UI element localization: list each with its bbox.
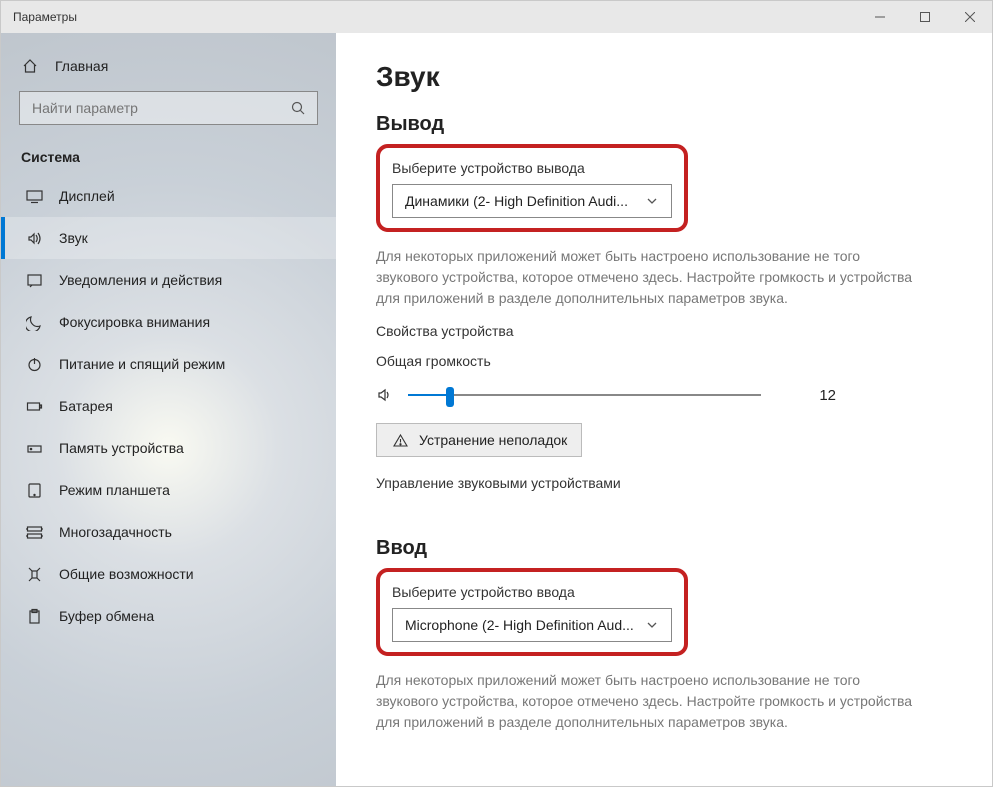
- focus-icon: [25, 313, 43, 331]
- sidebar-home[interactable]: Главная: [1, 51, 336, 91]
- troubleshoot-label: Устранение неполадок: [419, 432, 567, 448]
- close-button[interactable]: [947, 1, 992, 33]
- input-highlight: Выберите устройство ввода Microphone (2-…: [376, 568, 688, 656]
- battery-icon: [25, 397, 43, 415]
- output-highlight: Выберите устройство вывода Динамики (2- …: [376, 144, 688, 232]
- slider-fill: [408, 394, 450, 396]
- sidebar-item-label: Буфер обмена: [59, 608, 154, 624]
- sidebar-item-label: Общие возможности: [59, 566, 194, 582]
- sidebar-item-clipboard[interactable]: Буфер обмена: [1, 595, 336, 637]
- storage-icon: [25, 439, 43, 457]
- home-icon: [21, 57, 39, 75]
- search-field[interactable]: [32, 100, 289, 116]
- sidebar-item-battery[interactable]: Батарея: [1, 385, 336, 427]
- clipboard-icon: [25, 607, 43, 625]
- sidebar-section: Система: [1, 143, 336, 175]
- sidebar-item-label: Звук: [59, 230, 88, 246]
- multitask-icon: [25, 523, 43, 541]
- notifications-icon: [25, 271, 43, 289]
- sidebar-item-power[interactable]: Питание и спящий режим: [1, 343, 336, 385]
- speaker-icon[interactable]: [376, 386, 394, 404]
- content: Звук Вывод Выберите устройство вывода Ди…: [336, 33, 992, 786]
- output-device-dropdown[interactable]: Динамики (2- High Definition Audi...: [392, 184, 672, 218]
- sidebar-item-label: Память устройства: [59, 440, 184, 456]
- sidebar-item-label: Многозадачность: [59, 524, 172, 540]
- slider-track: [408, 394, 761, 396]
- output-heading: Вывод: [376, 113, 952, 136]
- warning-icon: [391, 431, 409, 449]
- sidebar-item-display[interactable]: Дисплей: [1, 175, 336, 217]
- sidebar-item-label: Дисплей: [59, 188, 115, 204]
- tablet-icon: [25, 481, 43, 499]
- sidebar-item-focus[interactable]: Фокусировка внимания: [1, 301, 336, 343]
- troubleshoot-button[interactable]: Устранение неполадок: [376, 423, 582, 457]
- titlebar: Параметры: [1, 1, 992, 33]
- sidebar: Главная Система Дисплей Звук Уведомления и…: [1, 33, 336, 786]
- sidebar-item-multitask[interactable]: Многозадачность: [1, 511, 336, 553]
- sidebar-home-label: Главная: [55, 58, 108, 74]
- input-device-dropdown[interactable]: Microphone (2- High Definition Aud...: [392, 608, 672, 642]
- chevron-down-icon: [643, 616, 661, 634]
- search-icon: [289, 99, 307, 117]
- search-input[interactable]: [19, 91, 318, 125]
- power-icon: [25, 355, 43, 373]
- sound-icon: [25, 229, 43, 247]
- sidebar-item-storage[interactable]: Память устройства: [1, 427, 336, 469]
- sidebar-nav: Дисплей Звук Уведомления и действия Фокусир…: [1, 175, 336, 637]
- input-device-value: Microphone (2- High Definition Aud...: [405, 617, 634, 633]
- slider-thumb[interactable]: [446, 387, 454, 407]
- sidebar-item-label: Фокусировка внимания: [59, 314, 210, 330]
- sidebar-item-label: Режим планшета: [59, 482, 170, 498]
- volume-value: 12: [801, 387, 836, 404]
- sidebar-item-accessibility[interactable]: Общие возможности: [1, 553, 336, 595]
- output-choose-label: Выберите устройство вывода: [392, 160, 672, 176]
- input-heading: Ввод: [376, 537, 952, 560]
- volume-slider[interactable]: [408, 385, 761, 405]
- display-icon: [25, 187, 43, 205]
- chevron-down-icon: [643, 192, 661, 210]
- accessibility-icon: [25, 565, 43, 583]
- minimize-button[interactable]: [857, 1, 902, 33]
- output-device-value: Динамики (2- High Definition Audi...: [405, 193, 628, 209]
- sidebar-item-label: Батарея: [59, 398, 113, 414]
- sidebar-item-tablet[interactable]: Режим планшета: [1, 469, 336, 511]
- volume-label: Общая громкость: [376, 353, 952, 369]
- page-title: Звук: [376, 61, 952, 93]
- sidebar-item-label: Питание и спящий режим: [59, 356, 225, 372]
- sidebar-item-sound[interactable]: Звук: [1, 217, 336, 259]
- input-note: Для некоторых приложений может быть наст…: [376, 670, 916, 733]
- window-title: Параметры: [13, 10, 77, 24]
- output-note: Для некоторых приложений может быть наст…: [376, 246, 916, 309]
- sidebar-item-notifications[interactable]: Уведомления и действия: [1, 259, 336, 301]
- sidebar-item-label: Уведомления и действия: [59, 272, 222, 288]
- output-properties-link[interactable]: Свойства устройства: [376, 323, 952, 339]
- manage-devices-link[interactable]: Управление звуковыми устройствами: [376, 475, 952, 491]
- maximize-button[interactable]: [902, 1, 947, 33]
- input-choose-label: Выберите устройство ввода: [392, 584, 672, 600]
